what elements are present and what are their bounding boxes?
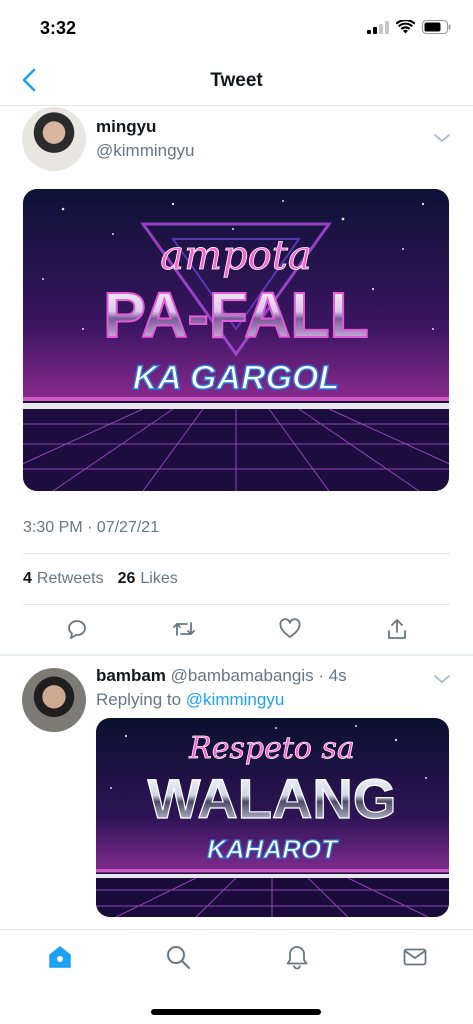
chevron-down-icon[interactable]	[432, 131, 452, 145]
tab-search[interactable]	[163, 942, 193, 972]
nav-header: Tweet	[0, 56, 473, 106]
like-label[interactable]: Likes	[140, 570, 177, 588]
divider	[23, 553, 450, 554]
battery-icon	[422, 20, 451, 34]
image-top-text: ampota	[160, 233, 311, 279]
tweet-actions	[0, 610, 473, 650]
avatar[interactable]	[22, 668, 86, 732]
thread-separator	[0, 654, 473, 656]
tab-messages[interactable]	[400, 942, 430, 972]
reply-button[interactable]	[64, 616, 90, 642]
mention-link[interactable]: @kimmingyu	[186, 690, 285, 709]
page-title: Tweet	[210, 70, 263, 91]
retweet-label[interactable]: Retweets	[37, 570, 104, 588]
reply-header[interactable]: bambam @bambamabangis · 4s	[96, 666, 347, 686]
tweet-timestamp: 3:30 PM · 07/27/21	[23, 519, 160, 536]
share-icon	[388, 619, 406, 639]
notifications-icon	[286, 946, 308, 970]
retro-graphic: ampota PA-FALL KA GARGOL	[23, 189, 449, 491]
image-top-text: Respeto sa	[188, 731, 355, 766]
status-bar: 3:32	[0, 0, 473, 56]
like-icon	[279, 618, 301, 638]
retweet-icon	[173, 622, 195, 636]
image-main-text: WALANG	[148, 767, 397, 830]
tab-notifications[interactable]	[282, 942, 312, 972]
messages-icon	[403, 948, 427, 966]
home-icon	[49, 946, 71, 968]
search-icon	[167, 946, 190, 969]
image-sub-text: KA GARGOL	[133, 359, 340, 397]
image-main-text: PA-FALL	[103, 279, 368, 351]
like-button[interactable]	[277, 616, 303, 642]
tab-home[interactable]	[45, 942, 75, 972]
reply-icon	[68, 620, 86, 639]
replying-prefix: Replying to	[96, 690, 182, 709]
cellular-signal-icon	[367, 20, 389, 34]
tweet-stats: 4 Retweets 26 Likes	[23, 570, 178, 588]
status-icons	[367, 20, 451, 34]
tweet-image[interactable]: ampota PA-FALL KA GARGOL	[23, 189, 449, 491]
replying-to: Replying to @kimmingyu	[96, 690, 284, 710]
avatar[interactable]	[22, 107, 86, 171]
wifi-icon	[396, 20, 415, 34]
retweet-button[interactable]	[171, 616, 197, 642]
retro-graphic: Respeto sa WALANG KAHAROT	[96, 718, 449, 917]
reply-image[interactable]: Respeto sa WALANG KAHAROT	[96, 718, 449, 917]
handle-and-time[interactable]: @bambamabangis · 4s	[171, 666, 347, 685]
display-name[interactable]: mingyu	[96, 117, 156, 137]
share-button[interactable]	[384, 616, 410, 642]
display-name[interactable]: bambam	[96, 666, 166, 685]
user-handle[interactable]: @kimmingyu	[96, 141, 195, 161]
chevron-down-icon[interactable]	[432, 672, 452, 686]
like-count[interactable]: 26	[118, 570, 136, 588]
retweet-count[interactable]: 4	[23, 570, 32, 588]
divider	[23, 604, 450, 605]
image-sub-text: KAHAROT	[207, 834, 339, 864]
home-indicator[interactable]	[151, 1009, 321, 1015]
status-time: 3:32	[40, 18, 77, 38]
